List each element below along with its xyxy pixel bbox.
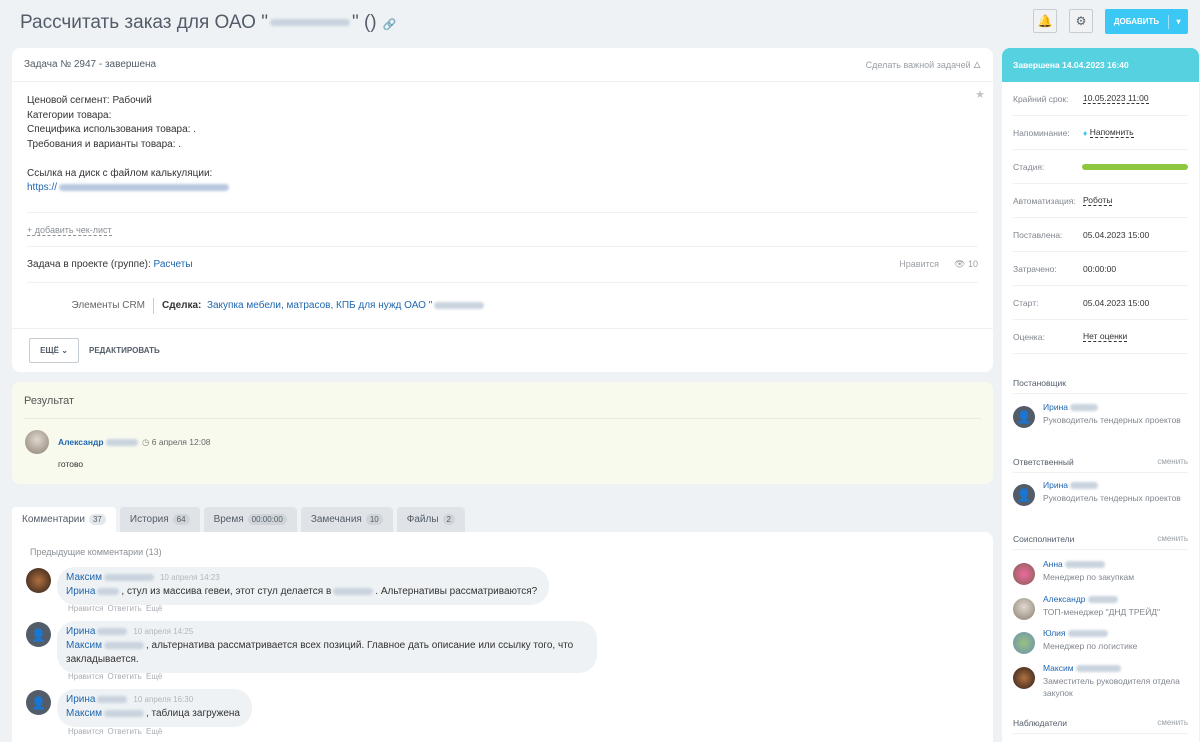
- add-button[interactable]: ДОБАВИТЬ ▾: [1105, 9, 1188, 34]
- tab-time[interactable]: Время 00:00:00: [203, 507, 297, 532]
- add-checklist-link[interactable]: + добавить чек-лист: [27, 225, 112, 236]
- result-author[interactable]: Александр: [58, 437, 104, 447]
- comments-panel: Предыдущие комментарии (13) Максим 10 апр…: [12, 532, 993, 742]
- rating-link[interactable]: Нет оценки: [1083, 331, 1128, 342]
- edit-button[interactable]: РЕДАКТИРОВАТЬ: [89, 346, 160, 355]
- user-icon: 👤: [26, 690, 51, 715]
- user-icon: 👤: [1013, 484, 1035, 506]
- comment-actions[interactable]: Нравится Ответить Ещё: [68, 672, 162, 681]
- task-heading: Задача № 2947 - завершена: [24, 59, 157, 70]
- chevron-down-icon: ⌄: [61, 346, 68, 355]
- more-button[interactable]: ЕЩЁ ⌄: [29, 338, 79, 363]
- status-badge: Завершена 14.04.2023 16:40: [1002, 48, 1199, 82]
- comment-actions[interactable]: Нравится Ответить Ещё: [68, 604, 162, 613]
- previous-comments-link[interactable]: Предыдущие комментарии (13): [30, 547, 162, 557]
- fire-icon: 🜂: [973, 59, 981, 70]
- user-icon: 👤: [26, 622, 51, 647]
- star-icon[interactable]: ★: [975, 88, 985, 101]
- comment: Ирина 10 апреля 14:25 Максим, альтернатива…: [57, 621, 597, 673]
- settings-button[interactable]: ⚙: [1069, 9, 1093, 33]
- deal-link[interactable]: Закупка мебели, матрасов, КПБ для нужд О…: [207, 300, 486, 311]
- views-count: 10: [967, 259, 978, 269]
- tab-remarks[interactable]: Замечания 10: [300, 507, 393, 532]
- chevron-down-icon[interactable]: ▾: [1168, 14, 1188, 29]
- like-button[interactable]: Нравится: [899, 259, 939, 269]
- clock-icon: ◷: [141, 437, 150, 447]
- comment: Ирина 10 апреля 16:30 Максим, таблица загр…: [57, 689, 252, 727]
- notification-button[interactable]: 🔔: [1033, 9, 1057, 33]
- project-link[interactable]: Расчеты: [154, 259, 193, 270]
- comment-actions[interactable]: Нравится Ответить Ещё: [68, 727, 162, 736]
- avatar: [25, 430, 49, 454]
- robots-link[interactable]: Роботы: [1083, 195, 1113, 206]
- tabs: Комментарии 37 История 64 Время 00:00:00 За…: [12, 507, 465, 532]
- avatar: [26, 568, 51, 593]
- tab-history[interactable]: История 64: [119, 507, 200, 532]
- tab-comments[interactable]: Комментарии 37: [12, 507, 116, 532]
- make-important-link[interactable]: Сделать важной задачей 🜂: [866, 56, 981, 74]
- bell-icon: 🔔: [1037, 14, 1053, 28]
- user-icon: 👤: [1013, 406, 1035, 428]
- link-icon[interactable]: 🔗: [383, 19, 397, 31]
- task-card: Задача № 2947 - завершена Сделать важной …: [12, 48, 993, 372]
- task-description: Ценовой сегмент: Рабочий Категории товар…: [12, 82, 993, 208]
- result-panel: Результат Александр ◷ 6 апреля 12:08 гот…: [12, 382, 993, 484]
- stage-bar[interactable]: [1082, 163, 1188, 170]
- deadline[interactable]: 10.05.2023 11:00: [1083, 93, 1149, 104]
- change-accomplices[interactable]: сменить: [1157, 534, 1188, 544]
- eye-icon: 👁: [954, 259, 966, 269]
- task-sidebar: Завершена 14.04.2023 16:40 Крайний срок:…: [1002, 48, 1199, 742]
- change-responsible[interactable]: сменить: [1157, 457, 1188, 467]
- change-observers[interactable]: сменить: [1157, 718, 1188, 728]
- redacted: [269, 19, 350, 27]
- tab-files[interactable]: Файлы 2: [396, 507, 465, 532]
- comment: Максим 10 апреля 14:23 Ирина, стул из масс…: [57, 567, 550, 605]
- bell-icon: ♦: [1083, 127, 1088, 138]
- disk-link[interactable]: https://: [27, 182, 231, 193]
- gear-icon: ⚙: [1075, 14, 1087, 28]
- page-title: Рассчитать заказ для ОАО " " () 🔗: [20, 12, 397, 33]
- remind-link[interactable]: Напомнить: [1089, 127, 1134, 138]
